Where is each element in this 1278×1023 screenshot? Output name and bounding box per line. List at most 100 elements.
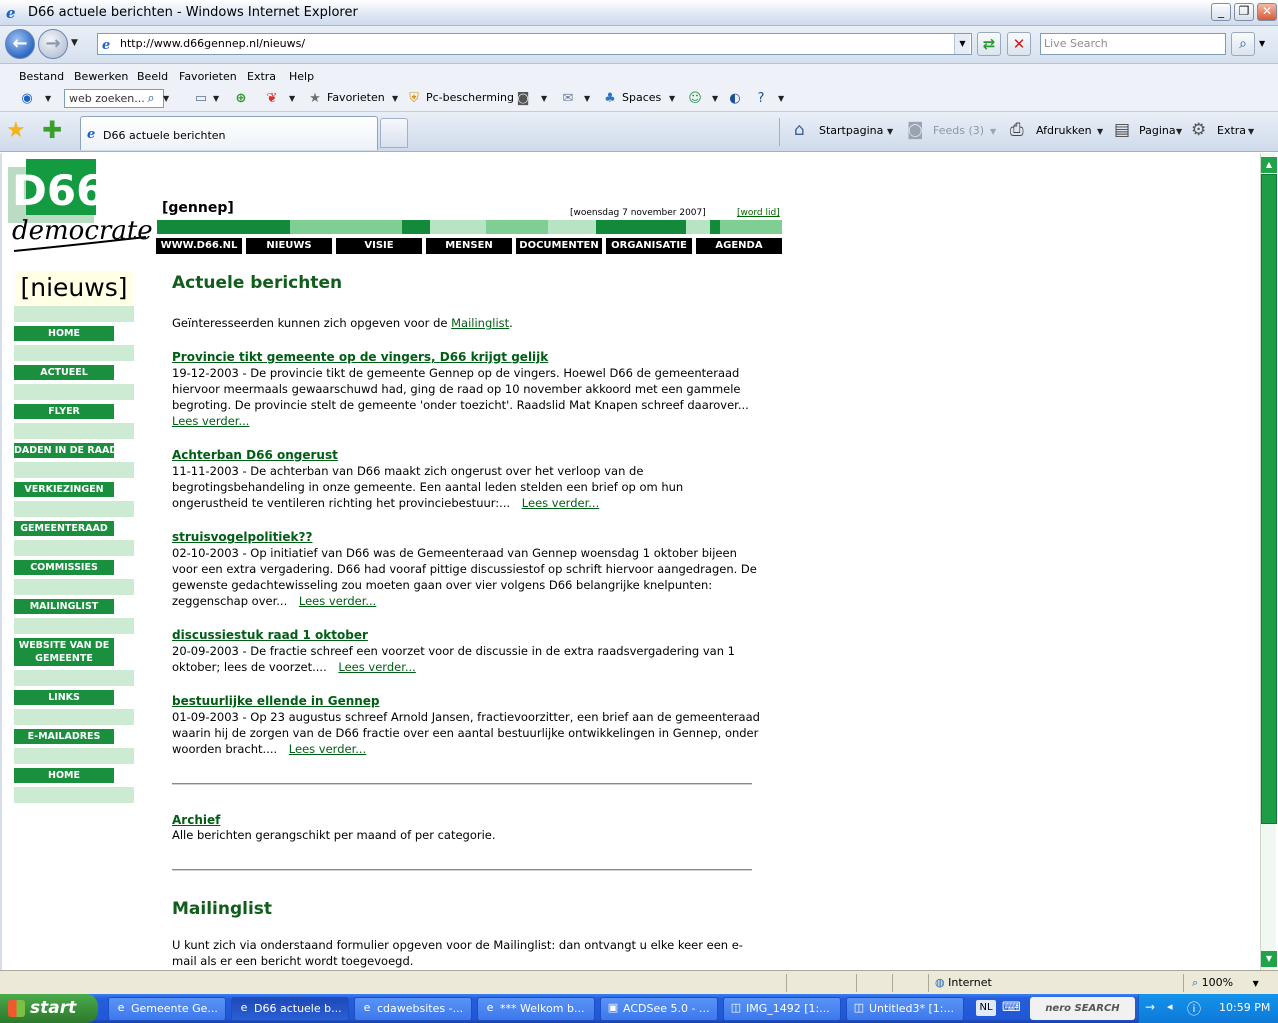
- news-item-title[interactable]: Provincie tikt gemeente op de vingers, D…: [172, 349, 762, 365]
- favorieten-dropdown-icon[interactable]: ▼: [392, 94, 398, 103]
- afdrukken-button[interactable]: Afdrukken: [1036, 124, 1092, 137]
- lees-verder-link[interactable]: Lees verder...: [522, 496, 599, 510]
- stop-button[interactable]: ✕: [1007, 32, 1031, 56]
- help-icon[interactable]: ?: [752, 90, 770, 108]
- favorites-center-icon[interactable]: ★: [6, 120, 26, 142]
- add-icon[interactable]: ⊕: [232, 90, 250, 108]
- butterfly-dropdown-icon[interactable]: ▼: [289, 94, 295, 103]
- afdrukken-dropdown-icon[interactable]: ▼: [1097, 127, 1103, 136]
- topnav-agenda[interactable]: AGENDA: [696, 238, 782, 254]
- scrollbar-thumb[interactable]: [1261, 174, 1277, 824]
- menu-help[interactable]: Help: [289, 70, 314, 83]
- taskbar-item[interactable]: e *** Welkom b...: [477, 997, 595, 1021]
- rss-icon[interactable]: ◙: [514, 90, 532, 108]
- sidenav-gemeenteraad[interactable]: GEMEENTERAAD: [14, 521, 114, 536]
- lees-verder-link[interactable]: Lees verder...: [172, 414, 249, 428]
- feeds-dropdown-icon[interactable]: ▼: [990, 127, 996, 136]
- spaces-dropdown-icon[interactable]: ▼: [669, 94, 675, 103]
- mail-dropdown-icon[interactable]: ▼: [213, 94, 219, 103]
- news-item-title[interactable]: struisvogelpolitiek??: [172, 529, 762, 545]
- news-item-title[interactable]: bestuurlijke ellende in Gennep: [172, 693, 762, 709]
- archief-link[interactable]: Archief: [172, 813, 762, 827]
- envelope-dropdown-icon[interactable]: ▼: [584, 94, 590, 103]
- taskbar-item[interactable]: ◫ IMG_1492 [1:...: [723, 997, 841, 1021]
- menu-bestand[interactable]: Bestand: [19, 70, 64, 83]
- news-item-title[interactable]: discussiestuk raad 1 oktober: [172, 627, 762, 643]
- tab-d66-actuele-berichten[interactable]: e D66 actuele berichten: [80, 116, 378, 150]
- intro-mailinglist-link[interactable]: Mailinglist: [451, 316, 509, 330]
- spaces-link[interactable]: Spaces: [622, 91, 661, 104]
- envelope-icon[interactable]: ✉: [559, 90, 577, 108]
- topnav-documenten[interactable]: DOCUMENTEN: [516, 238, 602, 254]
- search-icon[interactable]: ⌕: [1231, 32, 1255, 56]
- toolbar-search-icon[interactable]: ⌕: [142, 90, 160, 108]
- extra-button[interactable]: Extra: [1217, 124, 1246, 137]
- language-indicator[interactable]: NL: [976, 1000, 996, 1016]
- toolbar-search-dropdown-icon[interactable]: ▼: [163, 94, 169, 103]
- sidenav-e-mailadres[interactable]: E-MAILADRES: [14, 729, 114, 744]
- topnav-organisatie[interactable]: ORGANISATIE: [606, 238, 692, 254]
- close-button[interactable]: ✕: [1257, 3, 1277, 21]
- sidenav-home-bottom[interactable]: HOME: [14, 768, 114, 783]
- rss-dropdown-icon[interactable]: ▼: [541, 94, 547, 103]
- pc-bescherming-link[interactable]: Pc-bescherming: [426, 91, 514, 104]
- button-a-icon[interactable]: ◐: [726, 90, 744, 108]
- taskbar-item-active[interactable]: e D66 actuele b...: [231, 997, 349, 1021]
- lees-verder-link[interactable]: Lees verder...: [289, 742, 366, 756]
- pagina-dropdown-icon[interactable]: ▼: [1176, 127, 1182, 136]
- search-options-dropdown-icon[interactable]: ▼: [1259, 39, 1265, 48]
- sidenav-website-gemeente[interactable]: WEBSITE VAN DE GEMEENTE: [14, 638, 114, 666]
- topnav-mensen[interactable]: MENSEN: [426, 238, 512, 254]
- messenger-icon[interactable]: ☺: [686, 90, 704, 108]
- sidenav-actueel[interactable]: ACTUEEL: [14, 365, 114, 380]
- taskbar-item[interactable]: ▣ ACDSee 5.0 - ...: [600, 997, 718, 1021]
- sidenav-links[interactable]: LINKS: [14, 690, 114, 705]
- messenger-dropdown-icon[interactable]: ▼: [712, 94, 718, 103]
- sidenav-mailinglist[interactable]: MAILINGLIST: [14, 599, 114, 614]
- news-item-title[interactable]: Achterban D66 ongerust: [172, 447, 762, 463]
- taskbar-item[interactable]: ◫ Untitled3* [1:...: [846, 997, 964, 1021]
- startpagina-button[interactable]: Startpagina: [819, 124, 883, 137]
- menu-beeld[interactable]: Beeld: [137, 70, 168, 83]
- menu-bewerken[interactable]: Bewerken: [74, 70, 128, 83]
- live-search-input[interactable]: Live Search: [1040, 33, 1226, 55]
- refresh-button[interactable]: ⇄: [977, 32, 1001, 56]
- back-button[interactable]: ←: [5, 29, 35, 59]
- gear-icon[interactable]: ⚙: [1191, 120, 1206, 140]
- msn-butterfly-icon[interactable]: ❦: [263, 90, 281, 108]
- word-lid-link[interactable]: [word lid]: [737, 208, 780, 218]
- msn-dropdown-icon[interactable]: ▼: [45, 94, 51, 103]
- feeds-button[interactable]: Feeds (3): [933, 124, 984, 137]
- favorieten-link[interactable]: Favorieten: [327, 91, 385, 104]
- sidenav-flyer[interactable]: FLYER: [14, 404, 114, 419]
- lees-verder-link[interactable]: Lees verder...: [338, 660, 415, 674]
- lees-verder-link[interactable]: Lees verder...: [299, 594, 376, 608]
- help-dropdown-icon[interactable]: ▼: [778, 94, 784, 103]
- startpagina-dropdown-icon[interactable]: ▼: [887, 127, 893, 136]
- url-dropdown-icon[interactable]: ▼: [954, 34, 970, 54]
- tray-expand-icon[interactable]: ◂: [1167, 1000, 1173, 1013]
- start-button[interactable]: start: [0, 994, 98, 1023]
- recent-pages-dropdown-icon[interactable]: ▼: [71, 38, 78, 48]
- menu-favorieten[interactable]: Favorieten: [179, 70, 237, 83]
- taskbar-item[interactable]: e cdawebsites -...: [354, 997, 472, 1021]
- add-to-favorites-icon[interactable]: ✚: [42, 118, 62, 142]
- mail-icon[interactable]: ▭: [192, 90, 210, 108]
- url-input[interactable]: e http://www.d66gennep.nl/nieuws/: [97, 33, 972, 55]
- home-icon[interactable]: ⌂: [794, 120, 805, 140]
- extra-dropdown-icon[interactable]: ▼: [1248, 127, 1254, 136]
- msn-icon[interactable]: ◉: [18, 90, 36, 108]
- printer-icon[interactable]: ⎙: [1010, 120, 1024, 140]
- vertical-scrollbar[interactable]: ▲ ▼: [1260, 153, 1277, 970]
- feeds-icon[interactable]: ◙: [907, 120, 924, 140]
- zoom-dropdown-icon[interactable]: ▼: [1253, 979, 1259, 988]
- scroll-down-icon[interactable]: ▼: [1261, 951, 1277, 967]
- maximize-button[interactable]: ❐: [1234, 3, 1254, 21]
- zoom-level[interactable]: ⌕ 100% ▼: [1183, 974, 1277, 992]
- topnav-visie[interactable]: VISIE: [336, 238, 422, 254]
- page-menu-icon[interactable]: ▤: [1114, 120, 1130, 140]
- topnav-nieuws[interactable]: NIEUWS: [246, 238, 332, 254]
- new-tab-button[interactable]: [380, 118, 408, 148]
- d66-democraten-logo[interactable]: D66 democraten: [6, 159, 154, 255]
- sidenav-verkiezingen[interactable]: VERKIEZINGEN: [14, 482, 114, 497]
